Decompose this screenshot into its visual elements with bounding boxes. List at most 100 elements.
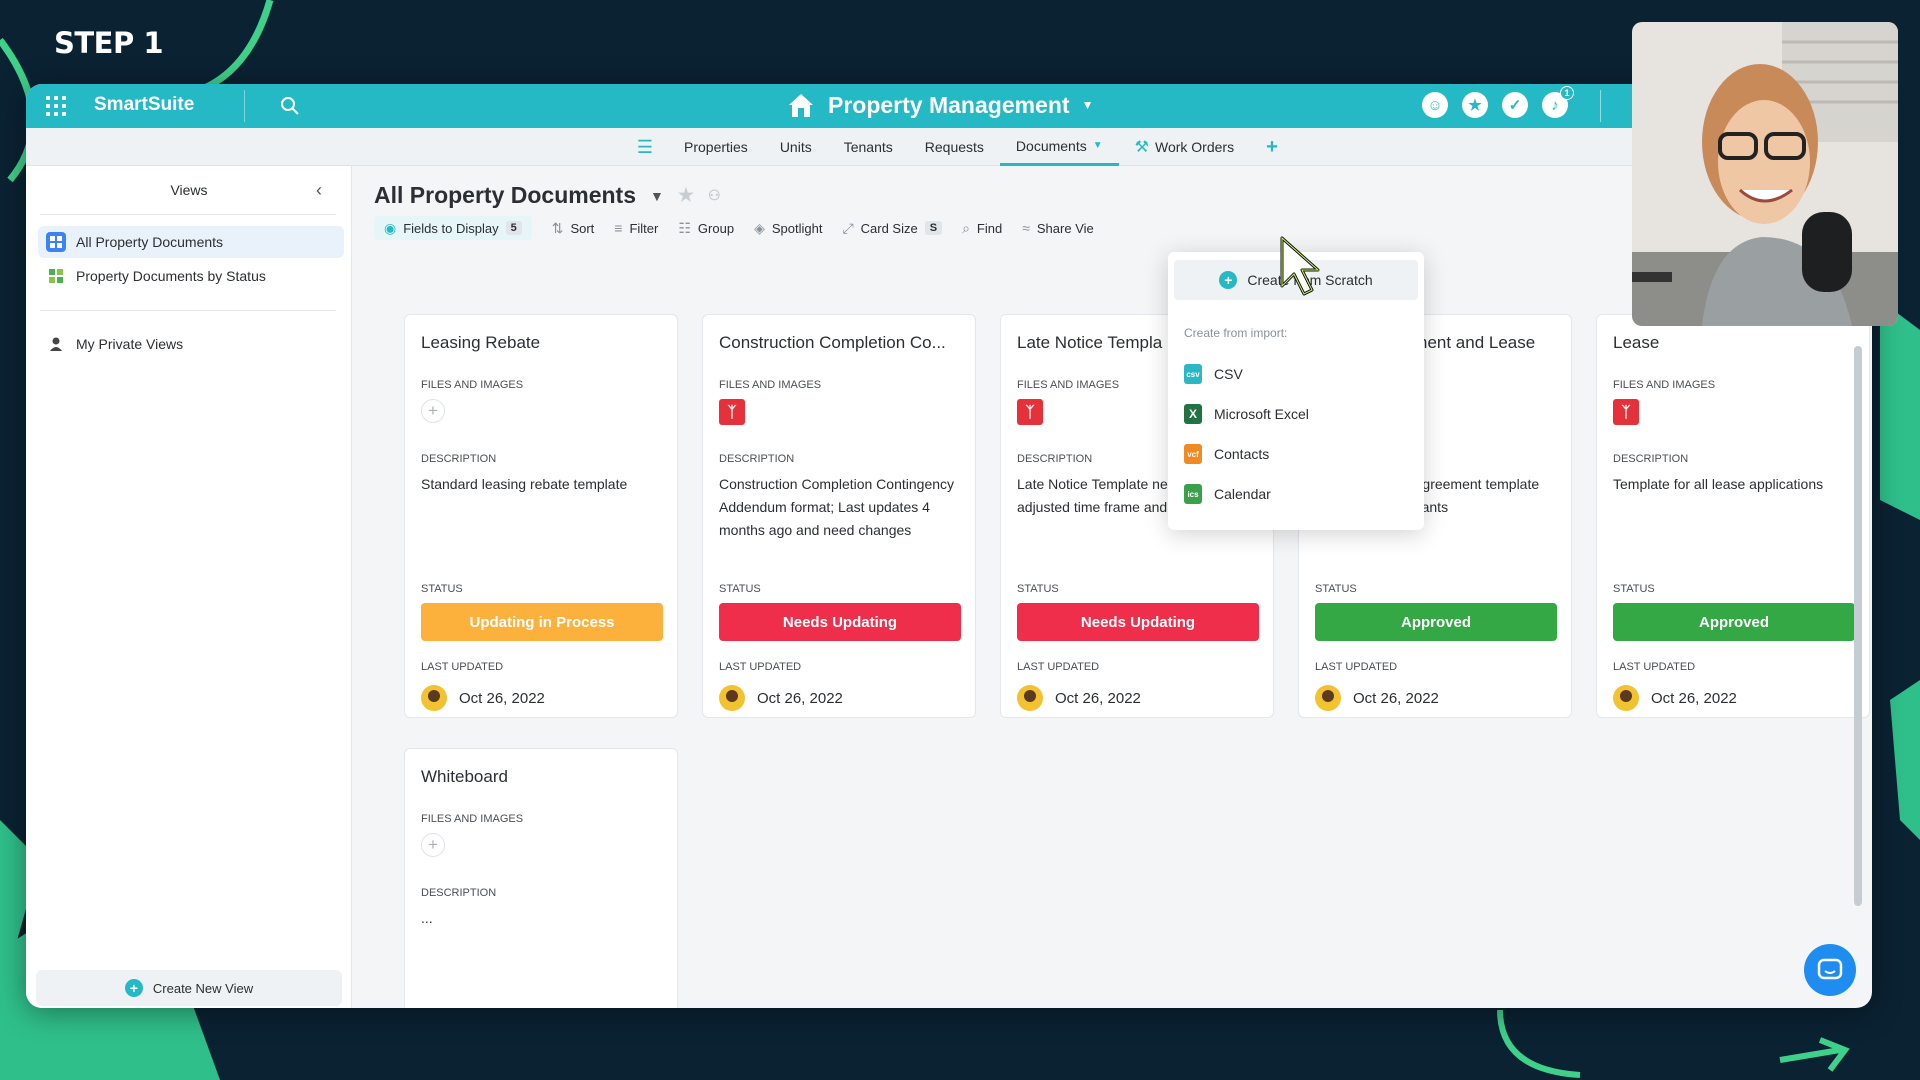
filter-icon: ≡ xyxy=(614,220,623,236)
group-button[interactable]: ☷ Group xyxy=(678,216,734,240)
last-updated: Oct 26, 2022 xyxy=(421,685,545,711)
pdf-file-icon[interactable]: ᛉ xyxy=(719,399,745,425)
wrench-icon: ⚒ xyxy=(1134,139,1149,156)
menu-icon[interactable]: ☰ xyxy=(622,137,668,158)
pdf-file-icon[interactable]: ᛉ xyxy=(1613,399,1639,425)
view-title[interactable]: All Property Documents xyxy=(374,182,636,209)
last-updated: Oct 26, 2022 xyxy=(719,685,843,711)
vertical-scrollbar[interactable] xyxy=(1854,346,1862,906)
card-title: Construction Completion Co... xyxy=(719,333,946,352)
share-view-button[interactable]: ≈ Share Vie xyxy=(1022,216,1094,240)
card-description: Construction Completion Contingency Adde… xyxy=(719,476,955,538)
chat-icon xyxy=(1817,958,1843,980)
fields-to-display-button[interactable]: ◉ Fields to Display 5 xyxy=(374,216,532,240)
spotlight-button[interactable]: ◈ Spotlight xyxy=(754,216,822,240)
add-file-button[interactable]: + xyxy=(421,833,445,857)
files-label: FILES AND IMAGES xyxy=(421,379,524,391)
files-label: FILES AND IMAGES xyxy=(1613,379,1716,391)
chevron-down-icon[interactable]: ▼ xyxy=(650,188,664,204)
create-new-view-button[interactable]: + Create New View xyxy=(36,970,342,1006)
tab-label: Work Orders xyxy=(1154,139,1235,155)
pdf-file-icon[interactable]: ᛉ xyxy=(1017,399,1043,425)
tab-documents[interactable]: Documents ▼ xyxy=(999,128,1119,166)
add-file-button[interactable]: + xyxy=(421,399,445,423)
view-label: All Property Documents xyxy=(76,234,224,250)
tabs-bar: ☰ Properties Units Tenants Requests Docu… xyxy=(26,128,1872,166)
tab-work-orders[interactable]: ⚒ Work Orders xyxy=(1119,128,1250,166)
import-calendar-option[interactable]: ics Calendar xyxy=(1184,484,1271,504)
tab-label: Units xyxy=(779,139,812,155)
filter-button[interactable]: ≡ Filter xyxy=(614,216,658,240)
chevron-down-icon: ▼ xyxy=(1081,98,1094,112)
collapse-sidebar-icon[interactable]: ‹ xyxy=(316,180,322,201)
plus-icon: + xyxy=(1266,135,1278,158)
team-icon[interactable]: ☺ xyxy=(1422,92,1448,118)
star-icon[interactable]: ★ xyxy=(1462,92,1488,118)
workspace-selector[interactable]: Property Management ▼ xyxy=(786,90,1093,120)
divider xyxy=(244,90,245,122)
last-updated: Oct 26, 2022 xyxy=(1315,685,1439,711)
check-icon[interactable]: ✓ xyxy=(1502,92,1528,118)
tab-tenants[interactable]: Tenants xyxy=(828,128,909,166)
import-contacts-option[interactable]: vcf Contacts xyxy=(1184,444,1269,464)
share-users-icon[interactable]: ⚇ xyxy=(708,187,721,204)
import-csv-option[interactable]: csv CSV xyxy=(1184,364,1243,384)
button-label: Card Size xyxy=(860,220,918,236)
avatar xyxy=(1017,685,1043,711)
button-label: Find xyxy=(976,220,1003,236)
my-private-views[interactable]: My Private Views xyxy=(38,328,344,360)
status-badge: Approved xyxy=(1315,603,1557,641)
divider xyxy=(40,310,336,311)
caret-down-icon: ▼ xyxy=(1092,140,1103,151)
sort-button[interactable]: ⇅ Sort xyxy=(552,216,595,240)
find-button[interactable]: ⌕ Find xyxy=(962,216,1002,240)
view-header: All Property Documents ▼ ★ ⚇ xyxy=(374,182,721,209)
count-badge: 5 xyxy=(505,221,522,235)
brand-name[interactable]: SmartSuite xyxy=(94,94,194,116)
card-title: Whiteboard xyxy=(421,767,508,786)
updated-date: Oct 26, 2022 xyxy=(1651,689,1737,707)
import-label: Create from import: xyxy=(1184,326,1288,340)
record-card[interactable]: Construction Completion Co... FILES AND … xyxy=(702,314,976,718)
record-card[interactable]: Lease FILES AND IMAGES ᛉ DESCRIPTION Tem… xyxy=(1596,314,1870,718)
tab-units[interactable]: Units xyxy=(764,128,828,166)
card-size-button[interactable]: ⤢ Card Size S xyxy=(842,216,943,240)
add-tab-button[interactable]: + xyxy=(1250,128,1294,166)
record-card[interactable]: Leasing Rebate FILES AND IMAGES + DESCRI… xyxy=(404,314,678,718)
updated-date: Oct 26, 2022 xyxy=(1055,689,1141,707)
button-label: Share Vie xyxy=(1036,220,1094,236)
apps-grid-icon[interactable] xyxy=(46,96,66,116)
star-icon[interactable]: ★ xyxy=(678,185,694,206)
files-label: FILES AND IMAGES xyxy=(719,379,822,391)
record-card[interactable]: Whiteboard FILES AND IMAGES + DESCRIPTIO… xyxy=(404,748,678,1008)
view-item-by-status[interactable]: Property Documents by Status xyxy=(38,260,344,292)
views-sidebar: Views ‹ All Property Documents Property … xyxy=(26,166,352,1008)
plus-circle-icon: + xyxy=(124,979,143,997)
vcf-file-icon: vcf xyxy=(1184,444,1202,464)
search-icon[interactable] xyxy=(280,96,300,116)
description-label: DESCRIPTION xyxy=(421,453,497,465)
chat-button[interactable] xyxy=(1804,944,1856,996)
last-updated-label: LAST UPDATED xyxy=(719,661,802,673)
bell-icon[interactable]: ♪ 1 xyxy=(1542,86,1574,118)
excel-file-icon: X xyxy=(1184,404,1202,424)
button-label: Fields to Display xyxy=(403,220,499,236)
tab-requests[interactable]: Requests xyxy=(909,128,1000,166)
card-description: ... xyxy=(421,910,433,926)
import-excel-option[interactable]: X Microsoft Excel xyxy=(1184,404,1309,424)
step-label: STEP 1 xyxy=(54,26,164,60)
resize-icon: ⤢ xyxy=(842,219,854,236)
status-badge: Needs Updating xyxy=(719,603,961,641)
tab-label: Tenants xyxy=(843,139,893,155)
description-label: DESCRIPTION xyxy=(719,453,795,465)
tab-label: Documents xyxy=(1015,137,1087,154)
button-label: Sort xyxy=(570,220,595,236)
description-label: DESCRIPTION xyxy=(1613,453,1689,465)
description-label: DESCRIPTION xyxy=(1017,453,1093,465)
person-icon xyxy=(46,334,66,354)
avatar xyxy=(1315,685,1341,711)
kanban-view-icon xyxy=(46,266,66,286)
view-item-all-documents[interactable]: All Property Documents xyxy=(38,226,344,258)
mouse-cursor-icon xyxy=(1280,236,1320,296)
tab-properties[interactable]: Properties xyxy=(668,128,764,166)
